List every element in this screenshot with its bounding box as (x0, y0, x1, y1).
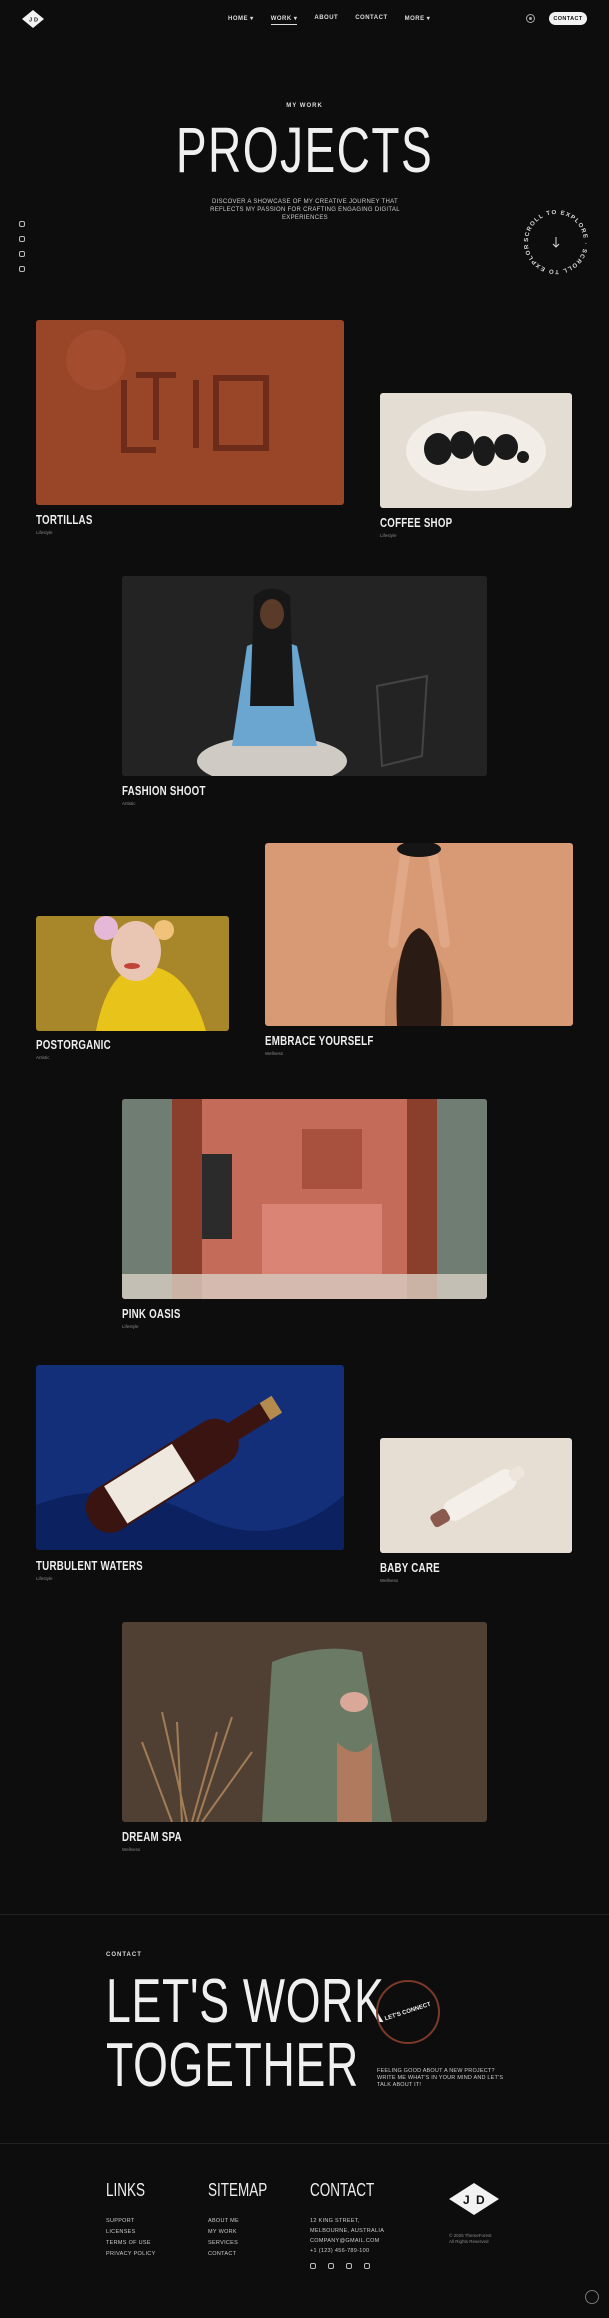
instagram-icon[interactable] (328, 2263, 334, 2269)
project-image-fashion-shoot (122, 576, 487, 776)
instagram-icon[interactable] (19, 236, 25, 242)
contact-headline-line2: TOGETHER (106, 2031, 359, 2100)
scroll-badge-text: SCROLL TO EXPLORE · SCROLL TO EXPLORE · (520, 206, 587, 274)
project-image-turbulent-waters (36, 1365, 344, 1550)
project-category: Lifestyle (122, 1324, 139, 1329)
footer-email[interactable]: COMPANY@GMAIL.COM (310, 2236, 384, 2246)
project-title[interactable]: PINK OASIS (122, 1306, 181, 1321)
project-title[interactable]: EMBRACE YOURSELF (265, 1033, 374, 1048)
youtube-icon[interactable] (19, 266, 25, 272)
footer-contact-list: 12 KING STREET, MELBOURNE, AUSTRALIA COM… (310, 2216, 384, 2256)
footer-address-line: 12 KING STREET, (310, 2218, 360, 2224)
project-title[interactable]: FASHION SHOOT (122, 783, 206, 798)
footer-contact-title: CONTACT (310, 2180, 375, 2200)
hero-subtitle: DISCOVER A SHOWCASE OF MY CREATIVE JOURN… (210, 199, 400, 221)
lets-connect-label: LET'S CONNECT (384, 2001, 432, 2022)
footer-link[interactable]: CONTACT (208, 2249, 239, 2260)
footer-link[interactable]: ABOUT ME (208, 2216, 239, 2227)
footer-address-line: MELBOURNE, AUSTRALIA (310, 2228, 385, 2234)
behance-icon[interactable] (346, 2263, 352, 2269)
footer-link[interactable]: LICENSES (106, 2227, 156, 2238)
project-category: Artistic (122, 801, 136, 806)
footer-phone[interactable]: +1 (123) 456-789-100 (310, 2246, 384, 2256)
project-title[interactable]: TURBULENT WATERS (36, 1558, 143, 1573)
project-category: Lifestyle (36, 1576, 53, 1581)
svg-text:D: D (34, 18, 38, 24)
project-title[interactable]: DREAM SPA (122, 1829, 182, 1844)
social-links (19, 221, 25, 272)
section-divider (0, 2143, 609, 2144)
project-image-tortillas (36, 320, 344, 505)
hero-kicker: MY WORK (286, 103, 323, 109)
behance-icon[interactable] (19, 251, 25, 257)
scroll-to-explore-badge[interactable]: SCROLL TO EXPLORE · SCROLL TO EXPLORE · (520, 206, 592, 278)
svg-text:J: J (463, 2193, 470, 2207)
copyright-line: All Rights Reserved (449, 2239, 489, 2244)
project-image-dream-spa (122, 1622, 487, 1822)
logo-icon[interactable]: J D (22, 10, 44, 28)
project-image-pink-oasis (122, 1099, 487, 1299)
page-title: PROJECTS (175, 114, 434, 186)
project-title[interactable]: TORTILLAS (36, 512, 93, 527)
theme-toggle-icon[interactable] (526, 14, 535, 23)
section-divider (0, 1914, 609, 1915)
footer-logo-icon[interactable]: J D (449, 2183, 499, 2215)
nav-contact[interactable]: CONTACT (355, 15, 387, 25)
project-image-baby-care (380, 1438, 572, 1553)
project-category: Wellness (380, 1578, 399, 1583)
project-category: Wellness (122, 1847, 141, 1852)
footer-link[interactable]: SUPPORT (106, 2216, 156, 2227)
footer-social-links (310, 2263, 370, 2269)
lets-connect-button[interactable]: LET'S CONNECT (376, 1980, 440, 2044)
project-image-embrace-yourself (265, 843, 573, 1026)
project-category: Wellness (265, 1051, 284, 1056)
svg-text:SCROLL TO EXPLORE · SCROLL TO: SCROLL TO EXPLORE · SCROLL TO EXPLORE · (520, 206, 588, 274)
copyright: © 2025 ThemeForest All Rights Reserved (449, 2233, 492, 2245)
project-category: Lifestyle (36, 530, 53, 535)
project-title[interactable]: COFFEE SHOP (380, 515, 452, 530)
main-nav: HOME ▾ WORK ▾ ABOUT CONTACT MORE ▾ (228, 15, 430, 25)
project-image-postorganic (36, 916, 229, 1031)
footer-link[interactable]: SERVICES (208, 2238, 239, 2249)
footer-link[interactable]: MY WORK (208, 2227, 239, 2238)
facebook-icon[interactable] (310, 2263, 316, 2269)
svg-text:J: J (29, 18, 32, 24)
back-to-top-button[interactable] (585, 2290, 599, 2304)
contact-kicker: CONTACT (106, 1952, 142, 1958)
project-category: Lifestyle (380, 533, 397, 538)
footer-link[interactable]: TERMS OF USE (106, 2238, 156, 2249)
arrow-down-icon (552, 237, 560, 248)
footer-link[interactable]: PRIVACY POLICY (106, 2249, 156, 2260)
nav-about[interactable]: ABOUT (314, 15, 338, 25)
project-title[interactable]: BABY CARE (380, 1560, 440, 1575)
footer-links-list: SUPPORT LICENSES TERMS OF USE PRIVACY PO… (106, 2216, 156, 2260)
youtube-icon[interactable] (364, 2263, 370, 2269)
nav-more[interactable]: MORE ▾ (405, 15, 431, 25)
footer-links-title: LINKS (106, 2180, 146, 2200)
svg-text:D: D (476, 2193, 485, 2207)
footer-sitemap-title: SITEMAP (208, 2180, 268, 2200)
project-title[interactable]: POSTORGANIC (36, 1037, 111, 1052)
footer-sitemap-list: ABOUT ME MY WORK SERVICES CONTACT (208, 2216, 239, 2260)
project-image-coffee-shop (380, 393, 572, 508)
nav-home[interactable]: HOME ▾ (228, 15, 254, 25)
facebook-icon[interactable] (19, 221, 25, 227)
contact-text: FEELING GOOD ABOUT A NEW PROJECT? WRITE … (377, 2068, 504, 2088)
contact-button[interactable]: CONTACT (549, 12, 587, 25)
contact-headline-line1: LET'S WORK (106, 1967, 385, 2036)
project-category: Artistic (36, 1055, 50, 1060)
nav-work[interactable]: WORK ▾ (270, 15, 298, 25)
